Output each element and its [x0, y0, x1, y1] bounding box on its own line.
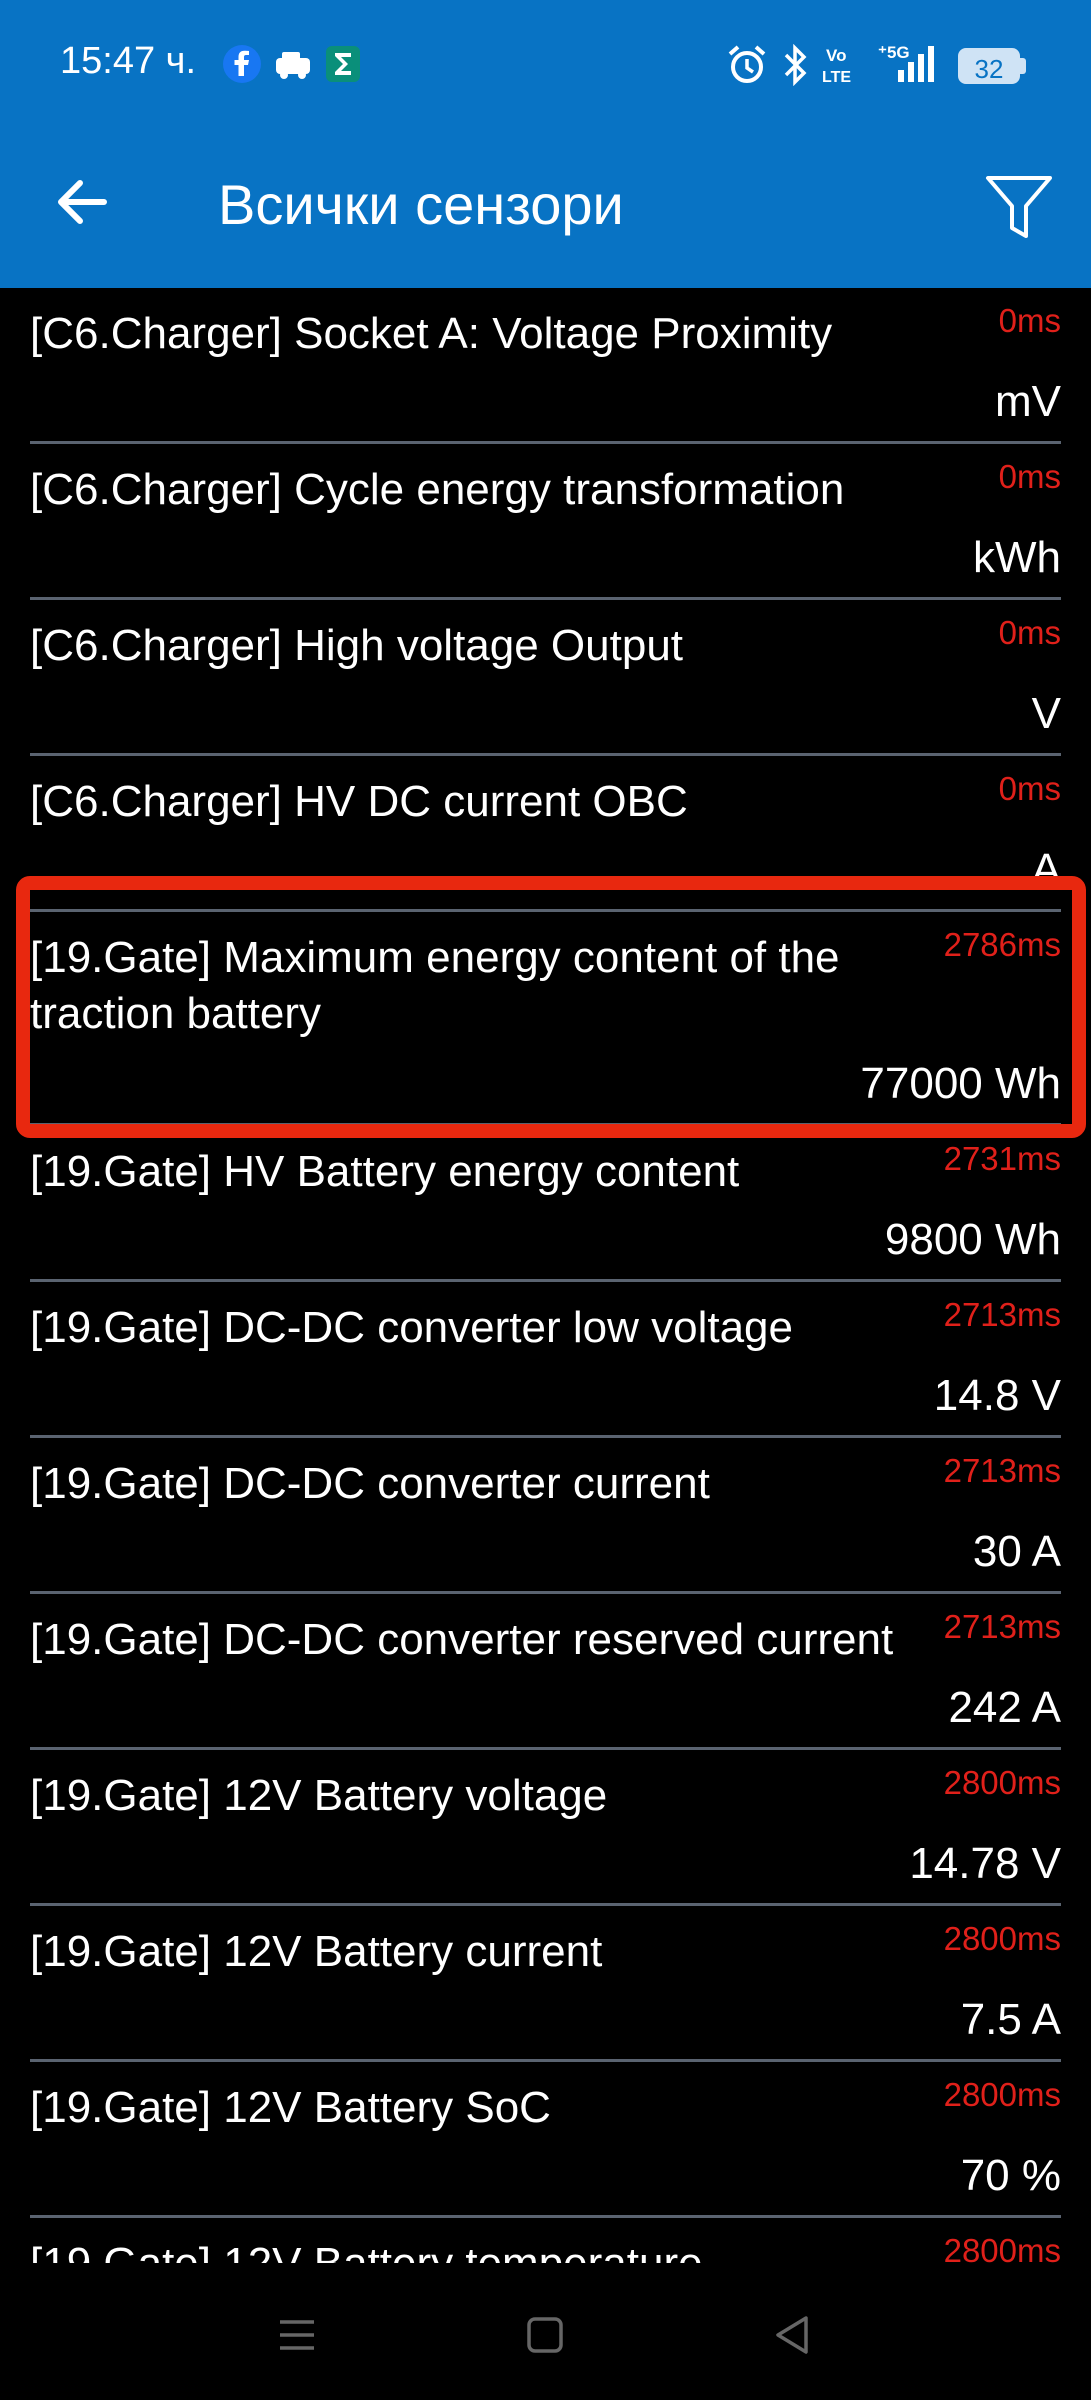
sensor-latency: 0ms	[998, 458, 1061, 495]
sensor-value: mV	[995, 377, 1061, 426]
svg-text:⁺5G: ⁺5G	[878, 43, 910, 62]
sensor-latency: 2731ms	[943, 1140, 1061, 1177]
filter-icon[interactable]	[984, 172, 1054, 242]
sensor-value: A	[1031, 845, 1061, 894]
sensor-name: [C6.Charger] High voltage Output	[30, 621, 684, 670]
sensor-row[interactable]: [19.Gate] 12V Battery voltage 2800ms 14.…	[30, 1750, 1061, 1906]
sensor-row[interactable]: [19.Gate] DC-DC converter reserved curre…	[30, 1594, 1061, 1750]
sensor-latency: 2800ms	[943, 1920, 1061, 1957]
arrow-left-icon[interactable]	[52, 172, 112, 232]
sensor-latency: 0ms	[998, 770, 1061, 807]
sensor-latency: 0ms	[998, 302, 1061, 339]
sensor-value: 9800 Wh	[884, 1215, 1061, 1264]
alarm-icon	[728, 45, 766, 83]
sensor-name: [19.Gate] DC-DC converter low voltage	[30, 1303, 793, 1352]
sensor-name: [C6.Charger] Cycle energy transformation	[30, 465, 845, 514]
sensor-value: 14.78 V	[909, 1839, 1061, 1888]
sensor-latency: 2713ms	[943, 1296, 1061, 1333]
sensor-value: 14.8 V	[933, 1371, 1061, 1420]
volte-icon: Vo LTE	[822, 46, 851, 86]
sensor-latency: 2713ms	[943, 1608, 1061, 1645]
sensor-row[interactable]: [19.Gate] DC-DC converter low voltage 27…	[30, 1282, 1061, 1438]
page-title: Всички сензори	[218, 173, 624, 236]
battery-icon: 32	[958, 48, 1020, 84]
sensor-value: kWh	[973, 533, 1061, 582]
home-icon[interactable]	[520, 2310, 570, 2360]
sensor-value: 242 A	[948, 1683, 1061, 1732]
sensor-row[interactable]: [C6.Charger] Cycle energy transformation…	[30, 444, 1061, 600]
sensor-name: [19.Gate] DC-DC converter reserved curre…	[30, 1615, 894, 1664]
sensor-row[interactable]: [C6.Charger] HV DC current OBC 0ms A	[30, 756, 1061, 912]
sensor-row-highlighted[interactable]: [19.Gate] Maximum energy content of the …	[30, 912, 1061, 1126]
sensor-value: 77000 Wh	[860, 1059, 1061, 1108]
sensor-row[interactable]: [C6.Charger] Socket A: Voltage Proximity…	[30, 288, 1061, 444]
status-time: 15:47 ч.	[60, 40, 197, 82]
sensor-value: V	[1031, 689, 1061, 738]
sensor-latency: 2800ms	[943, 2232, 1061, 2263]
sensor-row[interactable]: [19.Gate] 12V Battery current 2800ms 7.5…	[30, 1906, 1061, 2062]
sensor-row[interactable]: [19.Gate] 12V Battery temperature 2800ms	[30, 2218, 1061, 2263]
sensor-name: [19.Gate] 12V Battery voltage	[30, 1771, 608, 1820]
bluetooth-icon	[784, 44, 807, 86]
sensor-name: [C6.Charger] HV DC current OBC	[30, 777, 688, 826]
sensor-name: [19.Gate] Maximum energy content of the …	[30, 933, 840, 1038]
sensor-name: [19.Gate] HV Battery energy content	[30, 1147, 740, 1196]
svg-text:Vo: Vo	[826, 46, 846, 65]
car-icon	[276, 52, 310, 79]
sensor-row[interactable]: [C6.Charger] High voltage Output 0ms V	[30, 600, 1061, 756]
status-bar: 15:47 ч. Vo LTE ⁺5G 32	[0, 0, 1091, 130]
sensor-latency: 2786ms	[943, 926, 1061, 963]
sigma-icon	[326, 46, 360, 82]
sensor-latency: 2713ms	[943, 1452, 1061, 1489]
back-triangle-icon[interactable]	[768, 2310, 818, 2360]
sensor-latency: 2800ms	[943, 1764, 1061, 1801]
sensor-list[interactable]: [C6.Charger] Socket A: Voltage Proximity…	[0, 288, 1091, 2263]
svg-text:LTE: LTE	[822, 69, 851, 86]
sensor-latency: 2800ms	[943, 2076, 1061, 2113]
sensor-value: 30 A	[972, 1527, 1061, 1576]
sensor-value: 70 %	[960, 2151, 1061, 2200]
sensor-name: [19.Gate] 12V Battery current	[30, 1927, 603, 1976]
sensor-name: [19.Gate] 12V Battery temperature	[30, 2236, 930, 2263]
sensor-latency: 0ms	[998, 614, 1061, 651]
sensor-row[interactable]: [19.Gate] 12V Battery SoC 2800ms 70 %	[30, 2062, 1061, 2218]
menu-icon[interactable]	[272, 2310, 322, 2360]
sensor-name: [19.Gate] 12V Battery SoC	[30, 2083, 551, 2132]
sensor-row[interactable]: [19.Gate] HV Battery energy content 2731…	[30, 1126, 1061, 1282]
facebook-icon	[223, 45, 261, 83]
battery-tip	[1020, 58, 1026, 74]
sensor-name: [19.Gate] DC-DC converter current	[30, 1459, 710, 1508]
sensor-value: 7.5 A	[960, 1995, 1061, 2044]
app-bar: 15:47 ч. Vo LTE ⁺5G 32 Всички сензори	[0, 0, 1091, 288]
sensor-row[interactable]: [19.Gate] DC-DC converter current 2713ms…	[30, 1438, 1061, 1594]
sensor-name: [C6.Charger] Socket A: Voltage Proximity	[30, 309, 833, 358]
5g-signal-icon: ⁺5G	[878, 43, 934, 82]
